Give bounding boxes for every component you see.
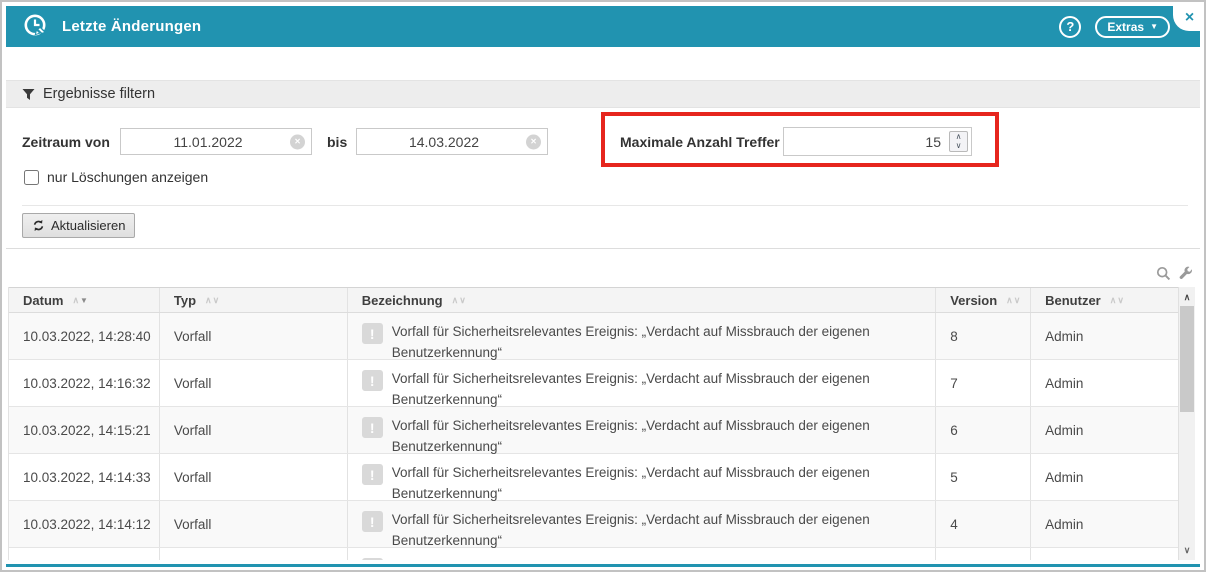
scroll-up-icon[interactable]: ∧ [1179,289,1195,305]
chevron-down-icon: ▼ [1150,23,1158,31]
date-from-label: Zeitraum von [22,134,110,150]
date-to-field: × [356,128,548,155]
sort-asc-icon: ∧ [72,295,79,306]
clock-edit-icon [22,12,52,42]
table-header-row: Datum ∧▼ Typ ∧∨ Bezeichnung ∧∨ Version ∧… [9,287,1180,313]
wrench-icon[interactable] [1178,266,1193,281]
only-deletions-label: nur Löschungen anzeigen [47,169,208,185]
filter-section-title: Ergebnisse filtern [43,86,155,102]
warning-icon: ! [362,417,383,438]
scroll-down-icon[interactable]: ∨ [1179,542,1195,558]
warning-icon: ! [362,464,383,485]
stepper-down-icon[interactable]: ∨ [956,142,962,151]
filter-section-header: Ergebnisse filtern [6,80,1200,108]
table-row[interactable]: 10.03.2022, 14:14:12 Vorfall !Vorfall fü… [9,501,1180,548]
max-hits-field: ∧ ∨ [783,127,972,156]
refresh-button[interactable]: Aktualisieren [22,213,135,238]
sort-desc-icon: ∨ [213,295,220,306]
table-row[interactable]: 10.03.2022, 14:28:40 Vorfall !Vorfall fü… [9,313,1180,360]
sort-asc-icon: ∧ [1110,295,1117,306]
sort-asc-icon: ∧ [205,295,212,306]
vertical-scrollbar[interactable]: ∧ ∨ [1178,287,1195,560]
only-deletions-row: nur Löschungen anzeigen [24,169,208,185]
warning-icon: ! [362,370,383,391]
date-to-input[interactable] [357,129,547,154]
column-header-datum[interactable]: Datum ∧▼ [9,288,159,312]
sort-desc-icon: ∨ [1014,295,1021,306]
warning-icon: ! [362,323,383,344]
scrollbar-thumb[interactable] [1180,306,1194,412]
sort-asc-icon: ∧ [452,295,459,306]
search-icon[interactable] [1156,266,1171,281]
max-hits-input[interactable] [784,128,971,155]
extras-button-label: Extras [1107,20,1144,34]
table-tools [1156,266,1193,281]
number-stepper[interactable]: ∧ ∨ [949,131,968,152]
table-row[interactable]: 10.03.2022, 14:15:21 Vorfall !Vorfall fü… [9,407,1180,454]
titlebar: Letzte Änderungen ? Extras ▼ [6,6,1200,47]
clear-date-from-icon[interactable]: × [290,134,305,149]
clear-date-to-icon[interactable]: × [526,134,541,149]
help-button[interactable]: ? [1059,16,1081,38]
refresh-button-label: Aktualisieren [51,218,125,233]
close-icon: × [1185,9,1194,27]
extras-button[interactable]: Extras ▼ [1095,16,1170,38]
table-row-partial[interactable]: ! [9,548,1180,560]
date-from-field: × [120,128,312,155]
max-hits-label: Maximale Anzahl Treffer [620,134,780,150]
panel-divider [6,248,1200,249]
column-header-typ[interactable]: Typ ∧∨ [159,288,347,312]
table-row[interactable]: 10.03.2022, 14:14:33 Vorfall !Vorfall fü… [9,454,1180,501]
only-deletions-checkbox[interactable] [24,170,39,185]
refresh-icon [32,219,45,232]
filter-icon [22,88,35,101]
date-to-label: bis [327,134,347,150]
results-table: Datum ∧▼ Typ ∧∨ Bezeichnung ∧∨ Version ∧… [8,287,1180,560]
table-row[interactable]: 10.03.2022, 14:16:32 Vorfall !Vorfall fü… [9,360,1180,407]
warning-icon: ! [362,511,383,532]
warning-icon: ! [362,558,383,560]
window-bottom-accent [6,564,1200,567]
column-header-version[interactable]: Version ∧∨ [935,288,1030,312]
sort-desc-icon: ∨ [1117,295,1124,306]
sort-desc-active-icon: ▼ [80,296,88,305]
date-from-input[interactable] [121,129,311,154]
page-title: Letzte Änderungen [62,18,201,35]
column-header-bezeichnung[interactable]: Bezeichnung ∧∨ [347,288,935,312]
sort-asc-icon: ∧ [1006,295,1013,306]
sort-desc-icon: ∨ [459,295,466,306]
last-changes-window: Letzte Änderungen ? Extras ▼ × Ergebniss… [0,0,1206,572]
column-header-benutzer[interactable]: Benutzer ∧∨ [1030,288,1180,312]
filter-separator [22,205,1188,206]
